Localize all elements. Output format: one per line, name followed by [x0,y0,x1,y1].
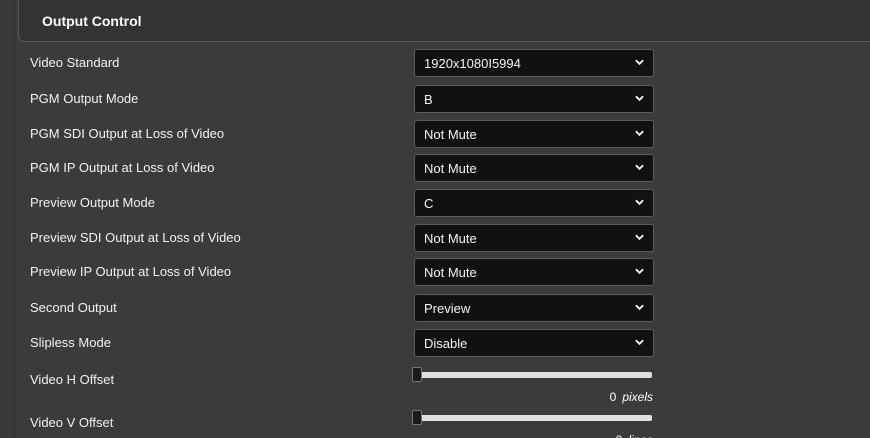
row-video-standard: Video Standard 1920x1080I5994 [18,46,870,80]
chevron-down-icon [635,95,644,102]
video-h-offset-slider[interactable] [412,367,652,383]
row-pgm-output-mode: PGM Output Mode B [18,82,870,116]
chevron-down-icon [635,234,644,241]
row-slipless-mode: Slipless Mode Disable [18,326,870,360]
pgm-output-mode-label: PGM Output Mode [30,91,139,106]
preview-ip-loss-label: Preview IP Output at Loss of Video [30,264,232,279]
row-video-v-offset: Video V Offset 0 lines [18,406,870,438]
slider-thumb[interactable] [412,367,422,382]
preview-sdi-loss-label: Preview SDI Output at Loss of Video [30,230,241,245]
row-preview-output-mode: Preview Output Mode C [18,186,870,220]
output-control-page: Output Control Video Standard 1920x1080I… [0,0,870,438]
chevron-down-icon [635,199,644,206]
row-second-output: Second Output Preview [18,291,870,325]
chevron-down-icon [635,164,644,171]
video-standard-label: Video Standard [30,55,120,70]
chevron-down-icon [635,59,644,66]
row-preview-ip-loss: Preview IP Output at Loss of Video Not M… [18,255,870,289]
chevron-down-icon [635,130,644,137]
second-output-select[interactable]: Preview [414,294,654,322]
preview-sdi-loss-value: Not Mute [424,231,477,246]
slipless-mode-select[interactable]: Disable [414,329,654,357]
second-output-value: Preview [424,301,471,316]
row-preview-sdi-loss: Preview SDI Output at Loss of Video Not … [18,221,870,255]
row-pgm-sdi-loss: PGM SDI Output at Loss of Video Not Mute [18,117,870,151]
pgm-output-mode-value: B [424,92,433,107]
preview-ip-loss-value: Not Mute [424,265,477,280]
pgm-sdi-loss-value: Not Mute [424,127,477,142]
panel-header: Output Control [18,0,870,42]
left-edge [0,0,14,438]
video-v-offset-slider[interactable] [412,410,652,426]
slipless-mode-label: Slipless Mode [30,335,111,350]
second-output-label: Second Output [30,300,117,315]
preview-ip-loss-select[interactable]: Not Mute [414,258,654,286]
preview-output-mode-value: C [424,196,434,211]
pgm-sdi-loss-select[interactable]: Not Mute [414,120,654,148]
slider-track [412,415,652,421]
slider-thumb[interactable] [412,410,422,425]
chevron-down-icon [635,304,644,311]
pgm-ip-loss-label: PGM IP Output at Loss of Video [30,160,215,175]
pgm-sdi-loss-label: PGM SDI Output at Loss of Video [30,126,225,141]
video-h-offset-readout: 0 pixels [610,390,653,404]
pgm-output-mode-select[interactable]: B [414,85,654,113]
video-v-offset-unit: lines [628,433,653,438]
video-v-offset-label: Video V Offset [30,415,114,430]
slipless-mode-value: Disable [424,336,468,351]
video-standard-value: 1920x1080I5994 [424,56,521,71]
row-pgm-ip-loss: PGM IP Output at Loss of Video Not Mute [18,151,870,185]
panel-title: Output Control [42,13,142,29]
pgm-ip-loss-select[interactable]: Not Mute [414,154,654,182]
slider-track [412,372,652,378]
video-h-offset-value: 0 [609,390,617,404]
video-v-offset-value: 0 [616,433,623,438]
video-v-offset-readout: 0 lines [616,433,653,438]
pgm-ip-loss-value: Not Mute [424,161,477,176]
left-edge-divider [14,0,15,438]
preview-output-mode-select[interactable]: C [414,189,654,217]
video-h-offset-label: Video H Offset [30,372,115,387]
chevron-down-icon [635,339,644,346]
video-standard-select[interactable]: 1920x1080I5994 [414,49,654,77]
chevron-down-icon [635,268,644,275]
row-video-h-offset: Video H Offset 0 pixels [18,363,870,407]
video-h-offset-unit: pixels [622,390,653,404]
preview-sdi-loss-select[interactable]: Not Mute [414,224,654,252]
preview-output-mode-label: Preview Output Mode [30,195,156,210]
